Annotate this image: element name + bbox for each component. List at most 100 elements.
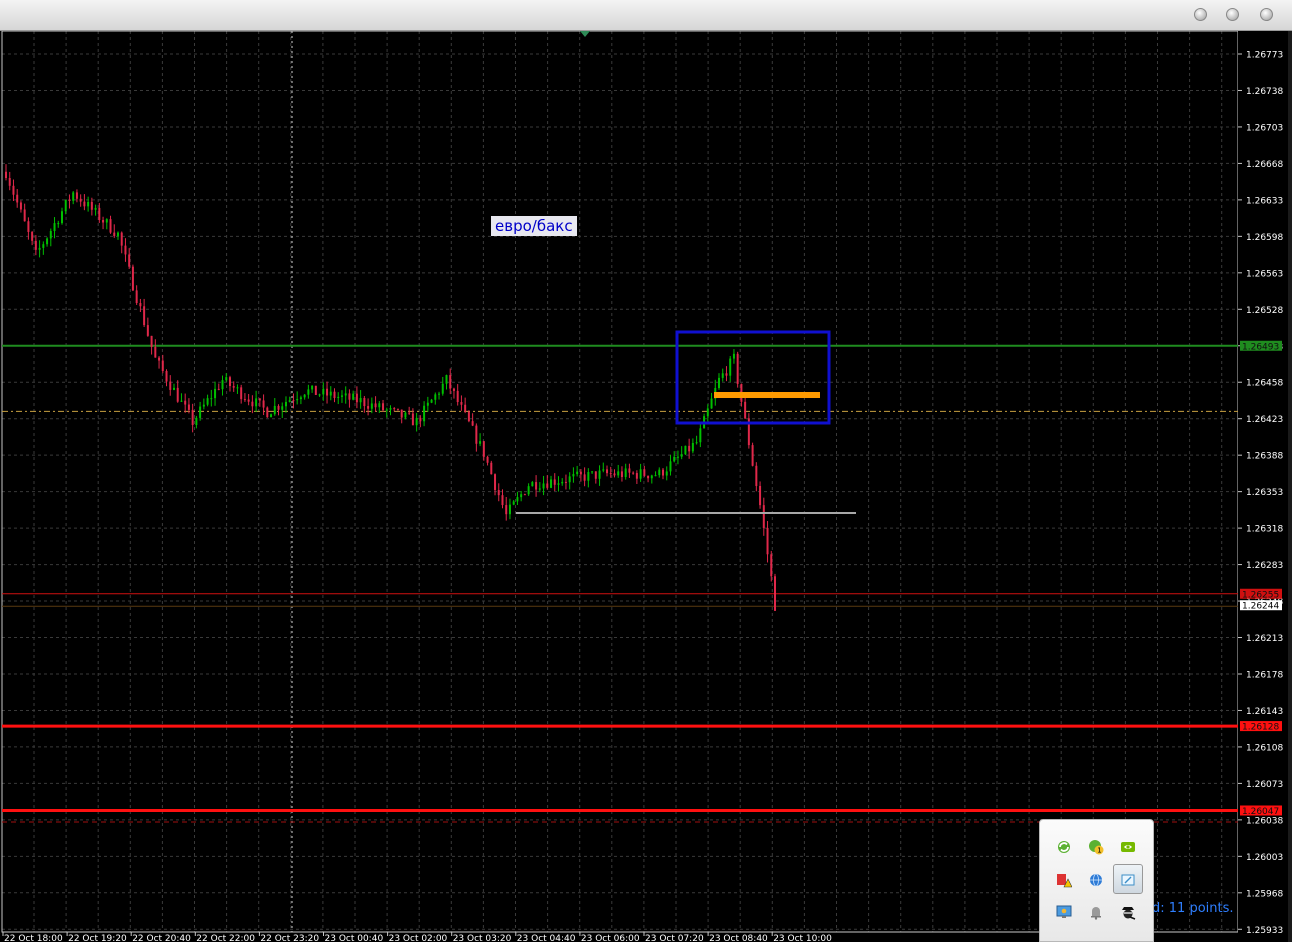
candle-body — [423, 405, 426, 422]
candle-body — [635, 473, 638, 479]
spy-agent-icon[interactable] — [1119, 903, 1137, 921]
maximize-button[interactable] — [1226, 8, 1239, 21]
candle-body — [367, 406, 370, 409]
candle-body — [441, 383, 444, 394]
minimize-button[interactable] — [1194, 8, 1207, 21]
close-button[interactable] — [1260, 8, 1273, 21]
candle-body — [676, 456, 679, 458]
candle-body — [609, 473, 612, 475]
candle-body — [340, 395, 343, 397]
candle-body — [602, 469, 605, 471]
candle-body — [583, 474, 586, 481]
candle-body — [411, 413, 414, 426]
candle-body — [456, 390, 459, 403]
candle-body — [482, 441, 485, 457]
candle-body — [643, 469, 646, 476]
candle-body — [706, 408, 709, 417]
price-level-tag-label: 1.26493 — [1242, 342, 1279, 352]
candle-body — [270, 414, 273, 418]
candle-body — [419, 417, 422, 422]
candle-body — [225, 377, 228, 381]
chart-text-label[interactable]: евро/бакс — [491, 216, 577, 236]
time-axis-label: 23 Oct 04:40 — [517, 934, 576, 942]
candle-body — [591, 471, 594, 473]
candle-body — [281, 406, 284, 410]
price-axis-label: 1.26108 — [1246, 743, 1283, 753]
time-axis-label: 23 Oct 03:20 — [453, 934, 512, 942]
chart-canvas[interactable]: 1.26773 1.26738 1.26703 1.26668 1.26633 1.265… — [0, 31, 1292, 942]
candle-body — [572, 474, 575, 477]
candle-body — [520, 494, 523, 498]
candle-body — [251, 401, 254, 407]
candle-body — [150, 335, 153, 347]
candle-body — [247, 399, 250, 402]
candle-body — [576, 471, 579, 475]
candle-body — [113, 232, 116, 237]
candle-body — [542, 483, 545, 489]
candle-body — [382, 403, 385, 411]
candle-body — [404, 412, 407, 418]
candle-body — [497, 490, 500, 496]
candle-body — [72, 192, 75, 201]
candle-body — [311, 385, 314, 390]
candle-body — [538, 488, 541, 490]
time-axis-label: 23 Oct 08:40 — [709, 934, 768, 942]
candle-body — [243, 399, 246, 401]
candle-body — [64, 199, 67, 212]
candle-body — [550, 479, 553, 488]
price-axis-label: 1.26283 — [1246, 561, 1283, 571]
candle-body — [90, 201, 93, 210]
candle-body — [116, 232, 119, 237]
candle-body — [389, 408, 392, 410]
candle-body — [232, 386, 235, 388]
system-tray-overflow: 1 — [1039, 819, 1154, 942]
display-settings-icon[interactable] — [1119, 871, 1137, 889]
candle-body — [359, 398, 362, 403]
time-axis-label: 23 Oct 10:00 — [773, 934, 832, 942]
candle-body — [647, 475, 650, 479]
candle-body — [490, 462, 493, 475]
candle-body — [352, 393, 355, 400]
candle-body — [184, 400, 187, 405]
candle-body — [12, 185, 15, 195]
candle-body — [408, 412, 411, 414]
candle-body — [729, 358, 732, 376]
candle-body — [568, 476, 571, 483]
candle-body — [284, 401, 287, 407]
candle-body — [94, 207, 97, 210]
candle-body — [370, 403, 373, 409]
notification-bell-icon[interactable] — [1087, 903, 1105, 921]
candle-body — [176, 387, 179, 402]
green-refresh-icon[interactable] — [1055, 838, 1073, 856]
price-axis-label: 1.25933 — [1246, 926, 1283, 936]
candle-body — [508, 504, 511, 515]
candle-body — [587, 472, 590, 481]
candle-body — [172, 387, 175, 390]
candle-body — [594, 471, 597, 479]
network-globe-icon[interactable] — [1087, 871, 1105, 889]
candle-body — [479, 441, 482, 444]
candle-body — [83, 201, 86, 207]
candle-body — [680, 454, 683, 457]
candle-body — [109, 219, 112, 233]
price-axis-label: 1.26143 — [1246, 707, 1283, 717]
candle-body — [606, 469, 609, 474]
candle-body — [598, 470, 601, 479]
candle-body — [736, 353, 739, 384]
candle-body — [266, 407, 269, 418]
nvidia-icon[interactable] — [1119, 838, 1137, 856]
antivirus-warning-icon[interactable] — [1055, 871, 1073, 889]
candle-body — [658, 469, 661, 476]
monitor-settings-icon[interactable] — [1055, 903, 1073, 921]
candle-body — [546, 483, 549, 488]
candle-body — [314, 385, 317, 395]
green-update-badge-icon[interactable]: 1 — [1087, 838, 1105, 856]
candle-body — [557, 483, 560, 485]
price-chart[interactable]: 1.26773 1.26738 1.26703 1.26668 1.26633 1.265… — [0, 31, 1292, 942]
price-axis-label: 1.26038 — [1246, 816, 1283, 826]
price-axis-label: 1.26353 — [1246, 488, 1283, 498]
candle-body — [60, 211, 63, 224]
candle-body — [449, 375, 452, 389]
candle-body — [628, 468, 631, 473]
candle-body — [214, 388, 217, 399]
